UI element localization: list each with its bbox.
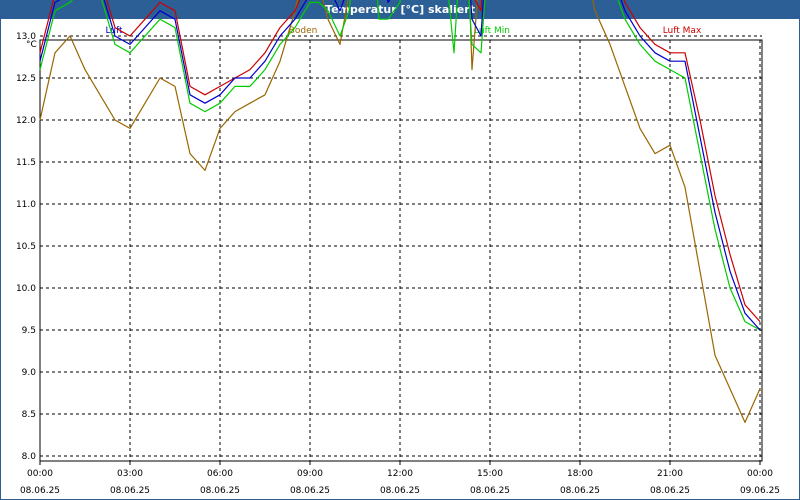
- y-tick-label: 10.0: [16, 284, 36, 294]
- y-tick-label: 11.5: [16, 158, 36, 168]
- temperature-chart: 8.08.59.09.510.010.511.011.512.012.513.0…: [16, 0, 780, 496]
- x-tick-date-label: 08.06.25: [200, 486, 240, 496]
- x-tick-date-label: 08.06.25: [290, 486, 330, 496]
- x-tick-date-label: 08.06.25: [20, 486, 60, 496]
- x-tick-time-label: 00:00: [27, 469, 53, 479]
- x-tick-date-label: 08.06.25: [650, 486, 690, 496]
- y-tick-label: 12.5: [16, 74, 36, 84]
- x-tick-time-label: 09:00: [297, 469, 323, 479]
- legend-entry: Boden: [289, 26, 318, 36]
- x-tick-time-label: 12:00: [387, 469, 413, 479]
- x-tick-date-label: 08.06.25: [560, 486, 600, 496]
- x-tick-date-label: 08.06.25: [110, 486, 150, 496]
- x-tick-date-label: 08.06.25: [470, 486, 510, 496]
- y-tick-label: 8.0: [22, 452, 37, 462]
- y-tick-label: 9.5: [22, 326, 36, 336]
- y-tick-label: 11.0: [16, 200, 36, 210]
- y-tick-label: 12.0: [16, 116, 36, 126]
- x-tick-time-label: 21:00: [657, 469, 683, 479]
- x-tick-date-label: 08.06.25: [380, 486, 420, 496]
- y-tick-label: 8.5: [22, 410, 36, 420]
- x-tick-time-label: 06:00: [207, 469, 233, 479]
- y-tick-label: 9.0: [22, 368, 37, 378]
- x-tick-time-label: 03:00: [117, 469, 143, 479]
- x-tick-date-label: 09.06.25: [740, 486, 780, 496]
- y-axis-unit-label: °C: [26, 40, 37, 50]
- y-tick-label: 10.5: [16, 242, 36, 252]
- plot-area: [39, 39, 763, 462]
- legend-entry: Luft Min: [474, 26, 510, 36]
- x-tick-time-label: 18:00: [567, 469, 593, 479]
- x-tick-time-label: 00:00: [747, 469, 773, 479]
- x-tick-time-label: 15:00: [477, 469, 503, 479]
- legend-entry: Luft Max: [663, 26, 702, 36]
